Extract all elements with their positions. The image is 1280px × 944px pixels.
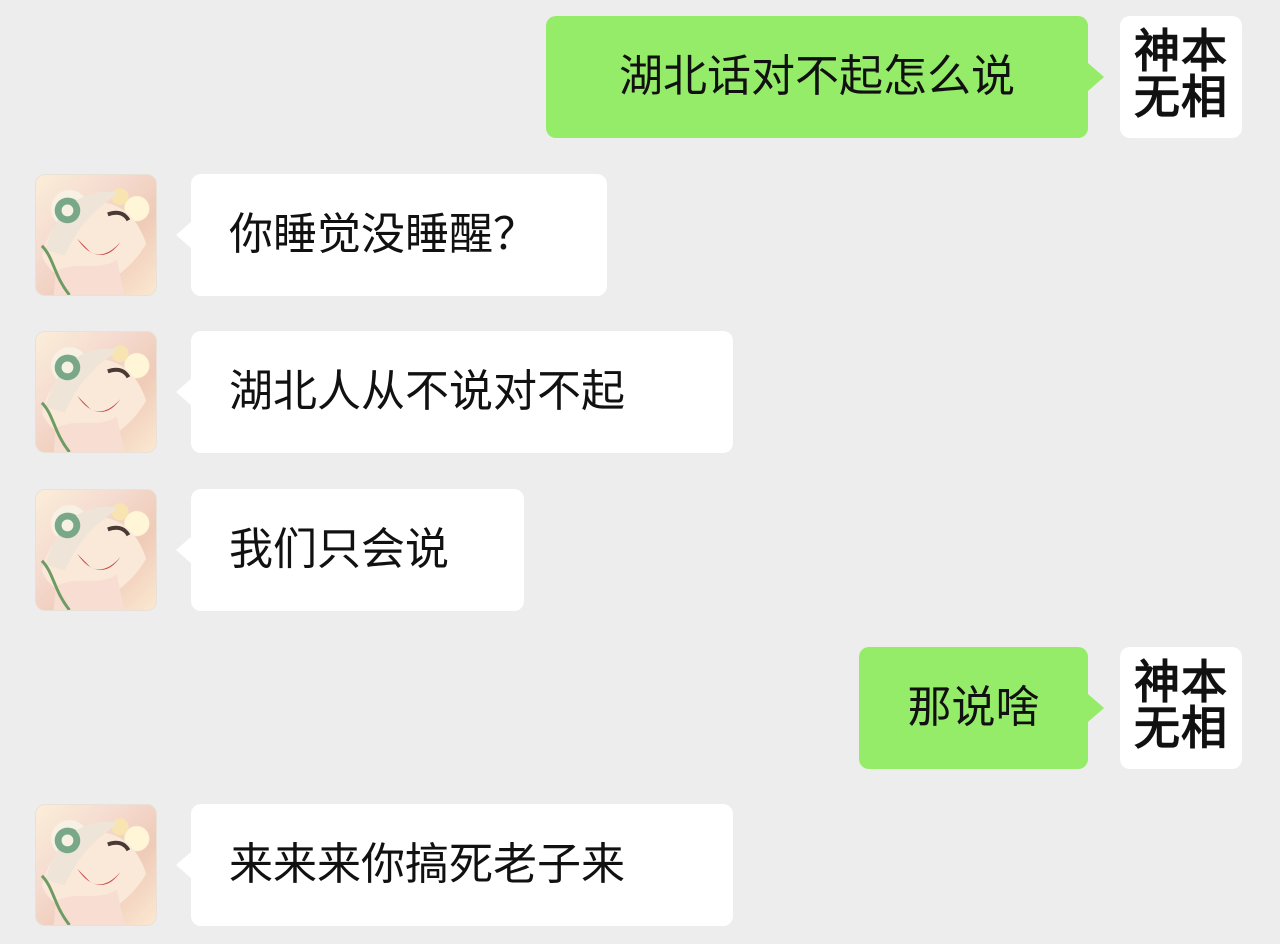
incoming-message-bubble[interactable]: 我们只会说 [176, 489, 524, 611]
anime-girl-avatar-icon[interactable] [35, 174, 157, 296]
outgoing-message-bubble[interactable]: 那说啥 [859, 647, 1104, 769]
incoming-message-bubble[interactable]: 湖北人从不说对不起 [176, 331, 733, 453]
chat-message-row: 那说啥 神本 无相 [0, 647, 1280, 769]
chat-message-row: 湖北话对不起怎么说 神本 无相 [0, 16, 1280, 138]
chat-message-row: 你睡觉没睡醒？ [0, 174, 1280, 296]
outgoing-message-bubble[interactable]: 湖北话对不起怎么说 [546, 16, 1104, 138]
chat-message-row: 湖北人从不说对不起 [0, 331, 1280, 453]
incoming-message-bubble[interactable]: 你睡觉没睡醒？ [176, 174, 607, 296]
sender-avatar[interactable]: 神本 无相 [1120, 16, 1242, 138]
sender-avatar[interactable]: 神本 无相 [1120, 647, 1242, 769]
incoming-message-bubble[interactable]: 来来来你搞死老子来 [176, 804, 733, 926]
chat-message-row: 来来来你搞死老子来 [0, 804, 1280, 926]
anime-girl-avatar-icon[interactable] [35, 331, 157, 453]
chat-message-row: 我们只会说 [0, 489, 1280, 611]
anime-girl-avatar-icon[interactable] [35, 489, 157, 611]
chat-thread: 湖北话对不起怎么说 神本 无相 你睡觉没睡醒？ 湖北人从不说对不起 我们只会说 … [0, 0, 1280, 944]
anime-girl-avatar-icon[interactable] [35, 804, 157, 926]
